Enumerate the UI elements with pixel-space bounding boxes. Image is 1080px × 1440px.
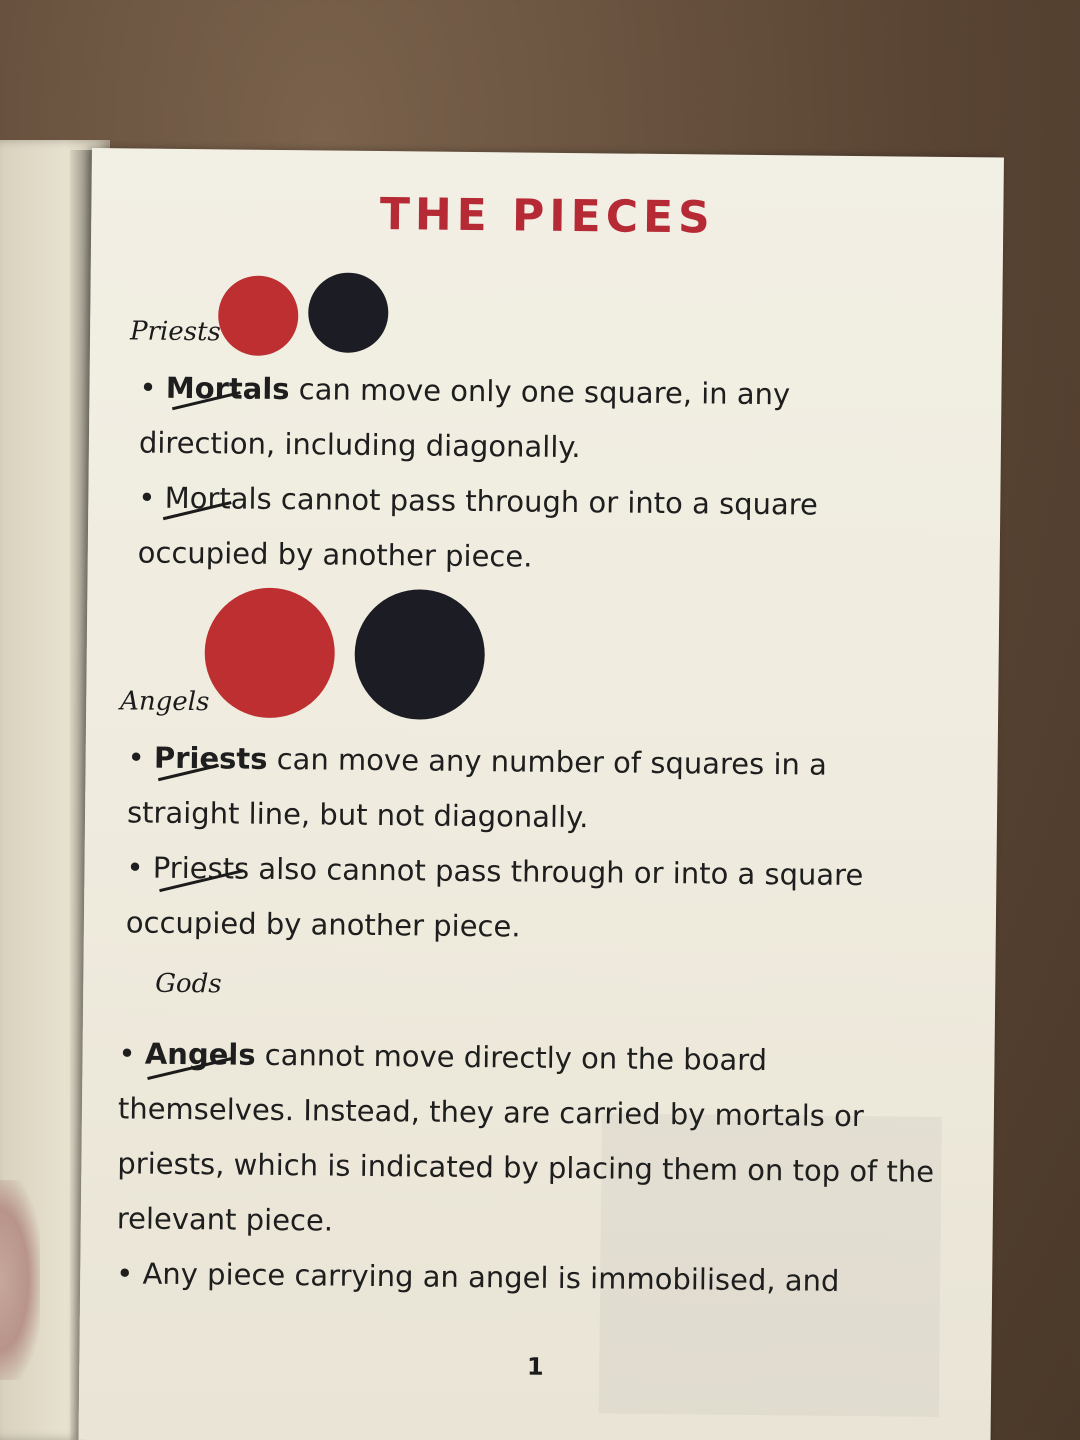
bullet-symbol: • xyxy=(126,850,144,885)
handwritten-note-angels: Angels xyxy=(120,686,210,718)
priests-rules: • Priests can move any number of squares… xyxy=(126,730,928,958)
bullet-symbol: • xyxy=(139,370,157,405)
mortals-rules: • Mortals can move only one square, in a… xyxy=(137,361,919,589)
black-mortal-token xyxy=(307,272,389,354)
bullet-symbol: • xyxy=(116,1256,134,1291)
rule-text: Any piece carrying an angel is immobilis… xyxy=(142,1256,840,1298)
angels-rules: • Angels cannot move directly on the boa… xyxy=(116,1026,939,1310)
term-priests: Priests xyxy=(153,740,268,776)
term-mortals: Mortals xyxy=(164,480,272,516)
thumb xyxy=(0,1180,40,1380)
red-priest-token xyxy=(204,587,336,719)
bullet-symbol: • xyxy=(127,740,145,775)
bullet-symbol: • xyxy=(118,1036,136,1071)
handwritten-note-priests: Priests xyxy=(129,316,221,348)
black-priest-token xyxy=(354,588,486,721)
page-title: THE PIECES xyxy=(379,189,716,244)
red-mortal-token xyxy=(217,275,299,357)
booklet-page: THE PIECES Priests • Mortals can move on… xyxy=(78,148,1004,1440)
handwritten-note-gods: Gods xyxy=(155,968,222,1000)
term-mortals: Mortals xyxy=(165,370,290,407)
bullet-symbol: • xyxy=(138,480,156,515)
